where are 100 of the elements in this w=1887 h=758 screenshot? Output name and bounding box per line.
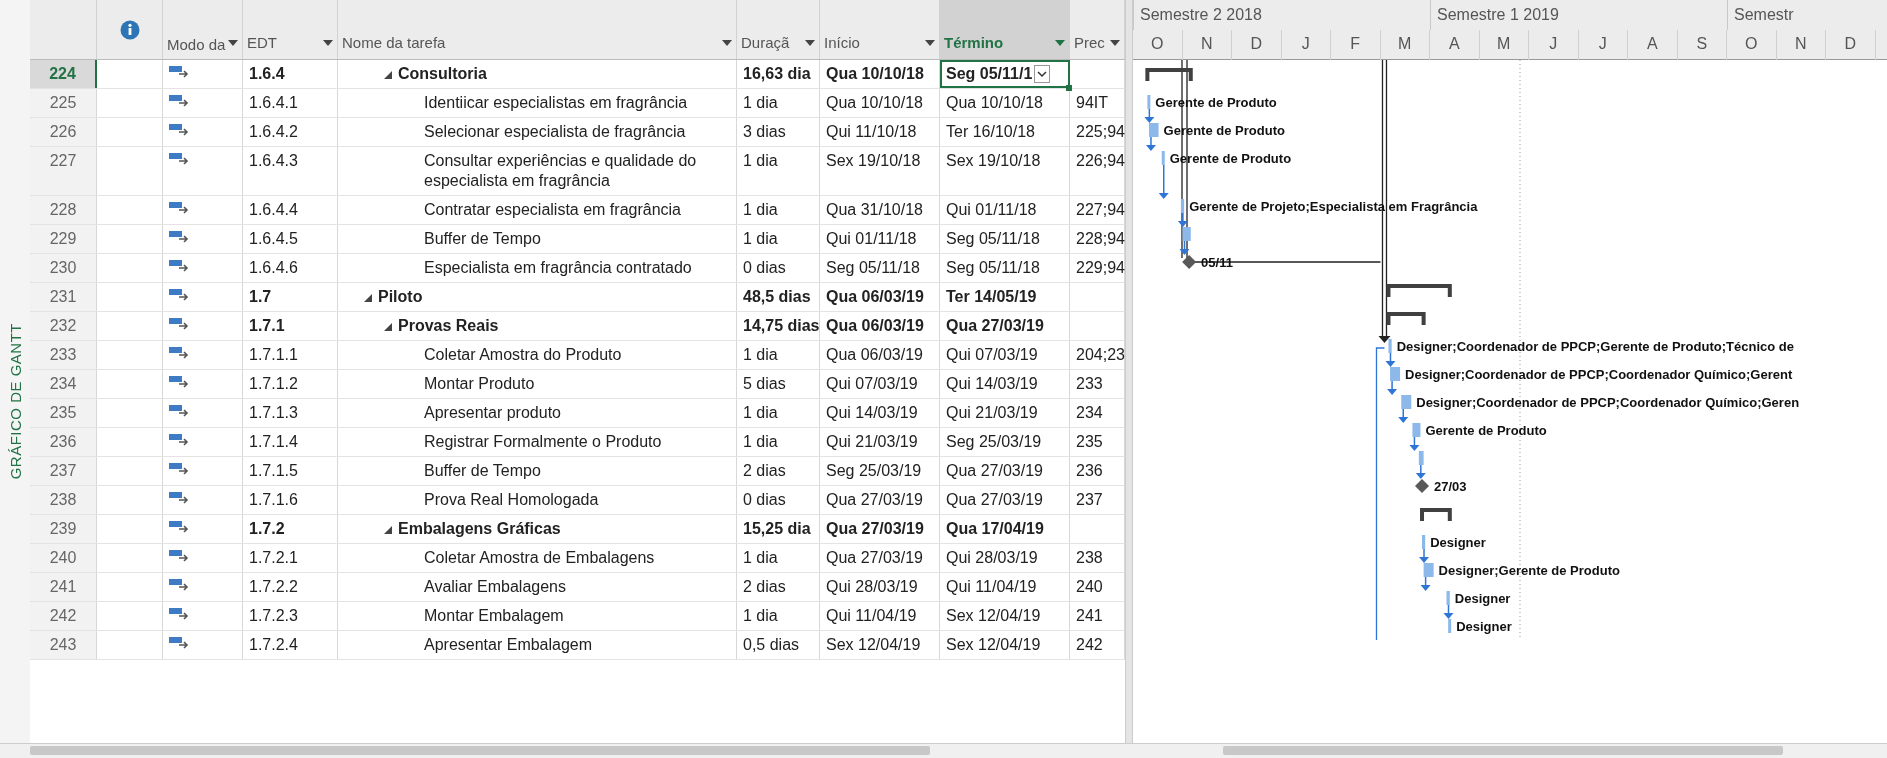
task-bar[interactable] (1401, 395, 1412, 409)
task-bar[interactable] (1161, 151, 1165, 165)
task-bar[interactable] (1412, 423, 1421, 437)
predecessors-cell: 233 (1076, 375, 1103, 392)
finish-cell: Sex 19/10/18 (940, 147, 1070, 195)
start-cell: Qua 06/03/19 (820, 312, 940, 340)
task-bar[interactable] (1422, 535, 1426, 549)
wbs-cell: 1.7.1.6 (243, 486, 338, 514)
pane-splitter[interactable] (1125, 0, 1133, 743)
row-number[interactable]: 243 (30, 631, 97, 659)
dropdown-button[interactable] (1034, 65, 1051, 83)
start-cell: Qua 31/10/18 (820, 196, 940, 224)
timescale-period: Semestre 1 2019 (1430, 0, 1727, 30)
resource-label: Designer;Coordenador de PPCP;Coordenador Químico;Gerent (1405, 367, 1793, 382)
dependency-arrow (1419, 548, 1429, 563)
wbs-cell: 1.7.1.1 (243, 341, 338, 369)
dependency-arrow (1385, 352, 1396, 367)
row-number[interactable]: 224 (30, 60, 97, 88)
caret-icon[interactable] (925, 40, 935, 46)
row-number[interactable]: 227 (30, 147, 97, 195)
duration-cell: 1 dia (737, 341, 820, 369)
collapse-icon[interactable] (364, 294, 372, 302)
row-number[interactable]: 239 (30, 515, 97, 543)
column-header[interactable]: Nome da tarefa (338, 0, 737, 59)
finish-cell: Qui 01/11/18 (940, 196, 1070, 224)
finish-cell-editor[interactable]: Seg 05/11/1 (940, 60, 1070, 88)
wbs-cell: 1.7.1.4 (243, 428, 338, 456)
summary-bar[interactable] (1386, 312, 1426, 325)
task-bar[interactable] (1388, 339, 1392, 353)
timescale-month: N (1182, 30, 1232, 60)
dependency-arrow (1409, 436, 1420, 451)
caret-icon[interactable] (722, 40, 732, 46)
row-number[interactable]: 234 (30, 370, 97, 398)
caret-icon[interactable] (323, 40, 333, 46)
dependency-arrow (1387, 380, 1398, 395)
row-number[interactable]: 226 (30, 118, 97, 146)
wbs-cell: 1.6.4.5 (243, 225, 338, 253)
row-number[interactable]: 233 (30, 341, 97, 369)
summary-bar[interactable] (1145, 68, 1193, 81)
column-header[interactable]: Duraçã (737, 0, 820, 59)
start-cell: Seg 05/11/18 (820, 254, 940, 282)
task-bar[interactable] (1147, 95, 1151, 109)
task-bar[interactable] (1182, 227, 1191, 241)
milestone-marker[interactable] (1415, 479, 1429, 493)
start-cell: Qui 14/03/19 (820, 399, 940, 427)
row-number[interactable]: 232 (30, 312, 97, 340)
timescale-month: S (1677, 30, 1727, 60)
task-bar[interactable] (1448, 619, 1452, 633)
wbs-cell: 1.7.2.1 (243, 544, 338, 572)
task-bar[interactable] (1390, 367, 1401, 381)
duration-cell: 1 dia (737, 225, 820, 253)
task-bar[interactable] (1423, 563, 1434, 577)
timescale-month: O (1727, 30, 1777, 60)
summary-bar[interactable] (1386, 284, 1452, 297)
task-name: Coletar Amostra de Embalagens (424, 548, 655, 568)
finish-cell: Sex 12/04/19 (940, 602, 1070, 630)
task-name: Prova Real Homologada (424, 490, 599, 510)
dependency-arrow (1158, 164, 1169, 199)
resource-label: Gerente de Produto (1425, 423, 1547, 438)
task-name: Embalagens Gráficas (398, 519, 561, 539)
column-header[interactable]: EDT (243, 0, 338, 59)
row-number[interactable]: 230 (30, 254, 97, 282)
summary-bar[interactable] (1420, 508, 1452, 521)
caret-icon[interactable] (228, 40, 238, 46)
row-number[interactable]: 242 (30, 602, 97, 630)
row-number[interactable]: 237 (30, 457, 97, 485)
start-cell: Sex 19/10/18 (820, 147, 940, 195)
task-mode-icon (169, 404, 191, 418)
row-number[interactable]: 238 (30, 486, 97, 514)
row-number[interactable]: 229 (30, 225, 97, 253)
row-number[interactable]: 228 (30, 196, 97, 224)
collapse-icon[interactable] (384, 526, 392, 534)
fill-handle[interactable] (1066, 85, 1072, 91)
task-bar[interactable] (1418, 451, 1424, 465)
task-bar[interactable] (1148, 123, 1159, 137)
row-number[interactable]: 241 (30, 573, 97, 601)
row-number[interactable]: 231 (30, 283, 97, 311)
task-name: Selecionar especialista de fragrância (424, 122, 686, 142)
dependency-arrow (1145, 136, 1156, 151)
timescale-month: D (1826, 30, 1876, 60)
task-mode-icon (169, 607, 191, 621)
task-mode-icon (169, 346, 191, 360)
timescale-month: F (1331, 30, 1381, 60)
collapse-icon[interactable] (384, 323, 392, 331)
row-number[interactable]: 236 (30, 428, 97, 456)
caret-icon[interactable] (1055, 40, 1065, 46)
task-bar[interactable] (1446, 591, 1450, 605)
dependency-arrow (1420, 576, 1431, 591)
task-bar[interactable] (1180, 199, 1185, 213)
task-name: Apresentar Embalagem (424, 635, 593, 655)
milestone-marker[interactable] (1182, 255, 1197, 269)
row-number[interactable]: 235 (30, 399, 97, 427)
caret-icon[interactable] (805, 40, 815, 46)
caret-icon[interactable] (1110, 40, 1120, 46)
task-mode-icon (169, 520, 191, 534)
row-number[interactable]: 225 (30, 89, 97, 117)
column-header[interactable]: Término (940, 0, 1070, 59)
row-number[interactable]: 240 (30, 544, 97, 572)
column-header[interactable]: Modo da (163, 0, 243, 59)
collapse-icon[interactable] (384, 71, 392, 79)
